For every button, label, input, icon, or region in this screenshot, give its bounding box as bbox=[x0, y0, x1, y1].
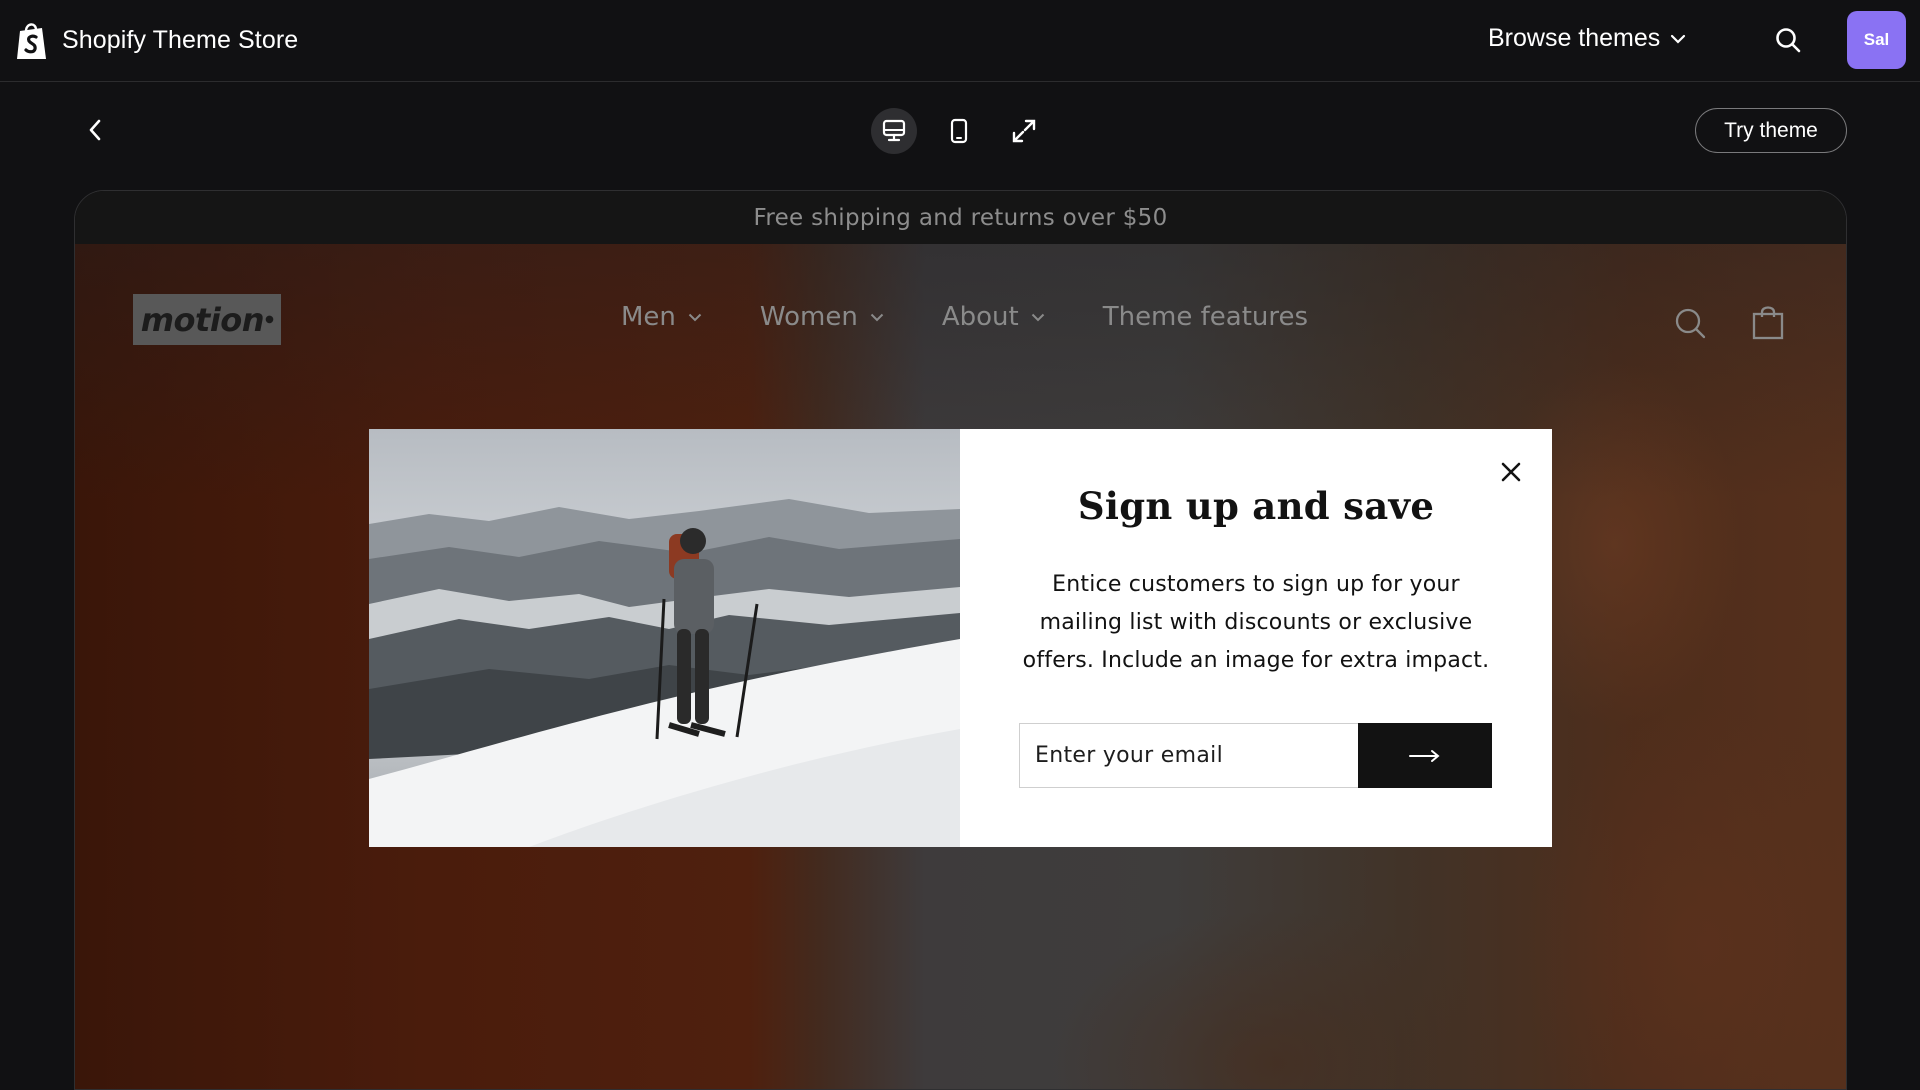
arrow-right-icon bbox=[1409, 749, 1440, 762]
shopify-bag-icon bbox=[17, 23, 46, 59]
nav-item-label: Theme features bbox=[1102, 302, 1309, 332]
theme-store-header: Shopify Theme Store Browse themes Sal bbox=[0, 0, 1920, 82]
snowy-mountain-photo bbox=[369, 429, 960, 847]
mobile-icon bbox=[950, 118, 968, 144]
search-icon[interactable] bbox=[1774, 26, 1802, 54]
email-field[interactable] bbox=[1019, 723, 1359, 788]
nav-item-men[interactable]: Men bbox=[621, 302, 702, 332]
theme-store-brand[interactable]: Shopify Theme Store bbox=[14, 19, 298, 61]
browse-themes-dropdown[interactable]: Browse themes bbox=[1488, 24, 1686, 53]
search-icon[interactable] bbox=[1673, 306, 1707, 340]
popup-content: Sign up and save Entice customers to sig… bbox=[960, 429, 1552, 847]
popup-title: Sign up and save bbox=[1077, 484, 1435, 528]
chevron-down-icon bbox=[688, 313, 702, 321]
shopping-bag-icon[interactable] bbox=[1751, 304, 1785, 340]
desktop-view-button[interactable] bbox=[871, 108, 917, 154]
user-avatar[interactable]: Sal bbox=[1847, 11, 1906, 69]
store-logo[interactable]: motion ● bbox=[133, 294, 281, 345]
desktop-icon bbox=[882, 119, 906, 142]
chevron-down-icon bbox=[1031, 313, 1044, 321]
nav-item-label: Men bbox=[621, 302, 676, 332]
nav-item-women[interactable]: Women bbox=[760, 302, 884, 332]
back-chevron-icon[interactable] bbox=[82, 116, 110, 144]
try-theme-button[interactable]: Try theme bbox=[1695, 108, 1847, 153]
browse-themes-label: Browse themes bbox=[1488, 24, 1661, 52]
popup-description: Entice customers to sign up for your mai… bbox=[1022, 572, 1490, 673]
registered-mark-icon: ● bbox=[265, 314, 274, 325]
close-icon[interactable] bbox=[1496, 457, 1526, 487]
mobile-view-button[interactable] bbox=[936, 108, 982, 154]
chevron-down-icon bbox=[1671, 34, 1686, 44]
nav-item-about[interactable]: About bbox=[942, 302, 1045, 332]
nav-item-theme-features[interactable]: Theme features bbox=[1103, 302, 1308, 332]
store-logo-text: motion bbox=[140, 300, 265, 339]
device-switcher bbox=[871, 108, 1066, 154]
popup-hiker-image bbox=[369, 429, 960, 847]
chevron-down-icon bbox=[870, 313, 884, 321]
fullscreen-button[interactable] bbox=[1001, 108, 1047, 154]
expand-icon bbox=[1012, 119, 1036, 143]
subscribe-button[interactable] bbox=[1358, 723, 1492, 788]
nav-item-label: About bbox=[941, 302, 1019, 332]
newsletter-popup: Sign up and save Entice customers to sig… bbox=[369, 429, 1552, 847]
nav-item-label: Women bbox=[759, 302, 858, 332]
theme-store-title: Shopify Theme Store bbox=[62, 25, 299, 54]
announcement-bar: Free shipping and returns over $50 bbox=[75, 191, 1846, 244]
store-navigation: Men Women About Theme features bbox=[621, 302, 1366, 332]
